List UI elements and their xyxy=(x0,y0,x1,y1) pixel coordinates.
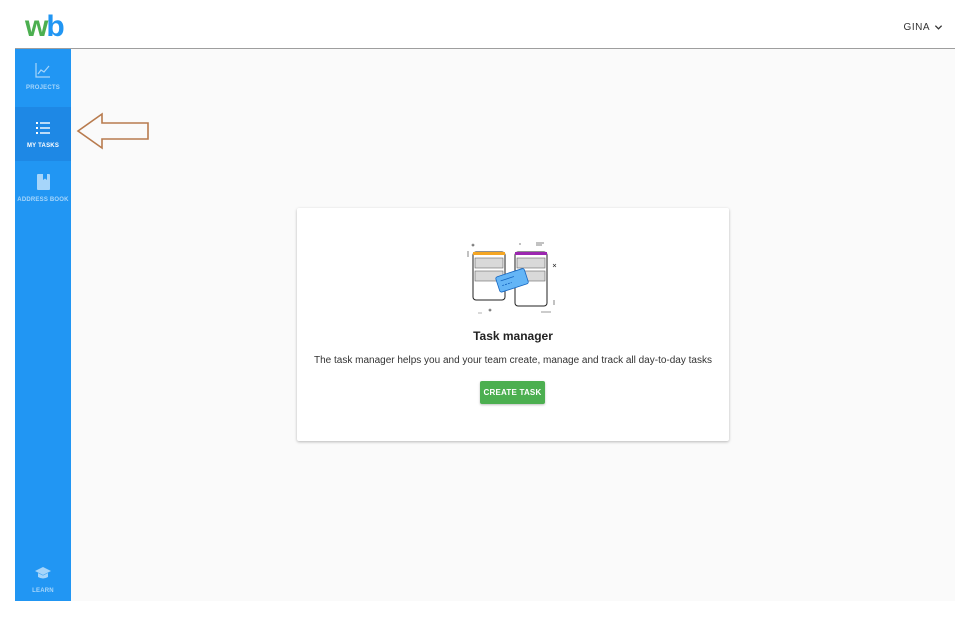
top-bar: wb GINA xyxy=(15,0,955,49)
sidebar-item-label: ADDRESS BOOK xyxy=(17,197,69,203)
task-board-illustration xyxy=(467,242,557,314)
book-icon xyxy=(37,174,50,190)
sidebar-item-projects[interactable]: PROJECTS xyxy=(15,49,71,103)
sidebar-item-my-tasks[interactable]: MY TASKS xyxy=(15,107,71,161)
sidebar-item-label: PROJECTS xyxy=(26,85,60,91)
empty-state-description: The task manager helps you and your team… xyxy=(314,355,712,366)
graduation-cap-icon xyxy=(35,567,51,579)
create-task-button[interactable]: CREATE TASK xyxy=(480,381,545,404)
empty-state-card: Task manager The task manager helps you … xyxy=(297,208,729,441)
sidebar: PROJECTS MY TASKS ADDRESS BOOK LEARN xyxy=(15,49,71,601)
sidebar-item-learn[interactable]: LEARN xyxy=(15,552,71,606)
user-menu[interactable]: GINA xyxy=(904,22,943,33)
main-content: Task manager The task manager helps you … xyxy=(71,49,955,601)
chart-line-icon xyxy=(35,63,50,78)
sidebar-item-label: LEARN xyxy=(32,588,54,594)
arrow-left-icon xyxy=(76,112,149,150)
list-icon xyxy=(36,122,50,134)
sidebar-item-address-book[interactable]: ADDRESS BOOK xyxy=(15,161,71,215)
sidebar-item-label: MY TASKS xyxy=(26,143,60,149)
app-logo[interactable]: wb xyxy=(25,12,65,42)
chevron-down-icon xyxy=(934,25,943,30)
empty-state-title: Task manager xyxy=(473,329,553,343)
user-name: GINA xyxy=(903,22,930,33)
